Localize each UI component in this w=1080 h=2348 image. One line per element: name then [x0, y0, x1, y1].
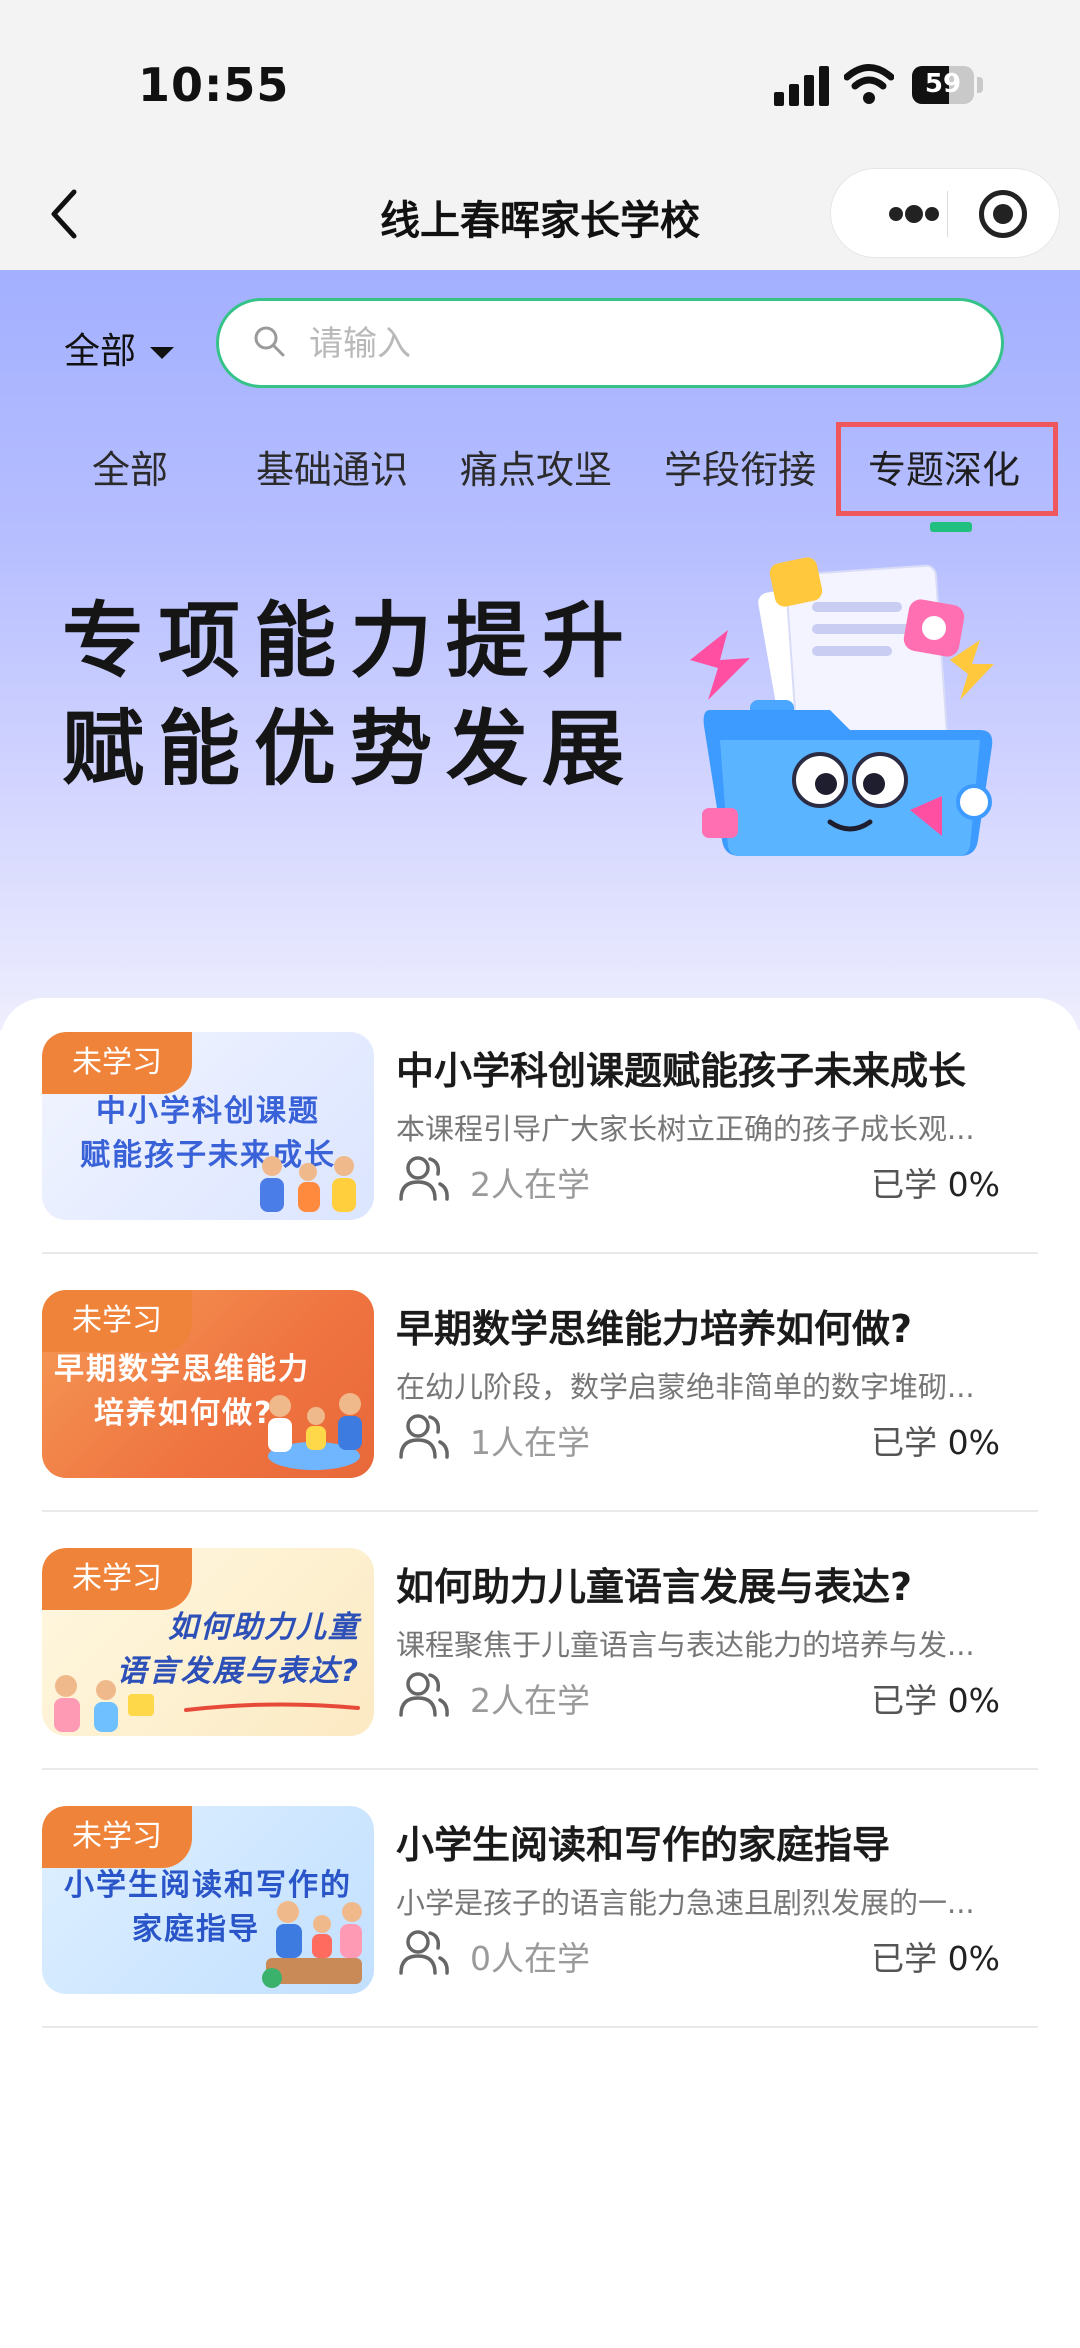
course-item[interactable]: 如何助力儿童 语言发展与表达? 未学习 如何助力儿童语言发展与表达? 课程聚焦于… [42, 1514, 1038, 1770]
family-illustration [262, 1901, 362, 1988]
banner-line-1: 专项能力提升 [62, 594, 639, 689]
learners-count: 1人在学 [470, 1423, 590, 1462]
capsule-divider [947, 191, 948, 237]
course-item[interactable]: 小学生阅读和写作的 家庭指导 未学习 小学生阅读和写作的家庭指导 小学是孩子的语… [42, 1772, 1038, 2028]
status-badge: 未学习 [42, 1806, 192, 1868]
course-item[interactable]: 中小学科创课题 赋能孩子未来成长 未学习 中小学科创课题赋能孩子未来成长 本课程… [42, 998, 1038, 1254]
course-description: 本课程引导广大家长树立正确的孩子成长观... [396, 1112, 975, 1146]
course-description: 小学是孩子的语言能力急速且剧烈发展的一... [396, 1886, 975, 1920]
active-tab-indicator [930, 522, 972, 532]
category-dropdown-label: 全部 [64, 331, 137, 372]
course-thumbnail: 早期数学思维能力 培养如何做? 未学习 [42, 1290, 374, 1478]
course-description: 在幼儿阶段，数学启蒙绝非简单的数字堆砌... [396, 1370, 975, 1404]
learners-icon [399, 1672, 449, 1717]
progress-label: 已学 [871, 1681, 938, 1720]
status-badge: 未学习 [42, 1548, 192, 1610]
active-tab-highlight-box [836, 422, 1058, 516]
progress-value: 0% [947, 1423, 1000, 1462]
course-title: 如何助力儿童语言发展与表达? [396, 1565, 913, 1609]
status-badge: 未学习 [42, 1032, 192, 1094]
learners-count: 2人在学 [470, 1165, 590, 1204]
banner-line-2: 赋能优势发展 [62, 702, 639, 797]
family-illustration [260, 1156, 356, 1212]
banner-slogan: 专项能力提升 赋能优势发展 [62, 588, 638, 804]
search-icon [254, 326, 285, 357]
course-title: 早期数学思维能力培养如何做? [396, 1307, 913, 1351]
course-list: 中小学科创课题 赋能孩子未来成长 未学习 中小学科创课题赋能孩子未来成长 本课程… [0, 998, 1080, 2348]
search-input[interactable] [307, 301, 911, 387]
tab-stage-transition[interactable]: 学段衔接 [664, 435, 816, 505]
thumbnail-line-1: 如何助力儿童 [168, 1610, 360, 1645]
progress-value: 0% [947, 1939, 1000, 1978]
course-title: 中小学科创课题赋能孩子未来成长 [396, 1049, 967, 1093]
battery-tip [977, 77, 983, 93]
course-progress: 已学 0% [871, 1932, 1000, 1980]
folder-mascot-illustration [690, 557, 994, 856]
close-miniprogram-icon[interactable] [979, 190, 1027, 238]
learners-icon [399, 1930, 449, 1975]
decorative-stroke [184, 1702, 360, 1712]
family-illustration [54, 1675, 154, 1732]
hero-section: 全部 全部 基础通识 痛点攻坚 学段衔接 专题深化 专项能力提升 赋能优势发展 [0, 270, 1080, 1030]
course-title: 小学生阅读和写作的家庭指导 [396, 1823, 891, 1867]
progress-label: 已学 [871, 1423, 938, 1462]
category-dropdown[interactable]: 全部 [64, 322, 175, 374]
course-progress: 已学 0% [871, 1158, 1000, 1206]
status-badge: 未学习 [42, 1290, 192, 1352]
battery-icon: 59 [912, 66, 974, 104]
learners-count: 0人在学 [470, 1939, 590, 1978]
learners-icon [399, 1414, 449, 1459]
progress-label: 已学 [871, 1939, 938, 1978]
course-item[interactable]: 早期数学思维能力 培养如何做? 未学习 早期数学思维能力培养如何做? 在幼儿阶段… [42, 1256, 1038, 1512]
battery-level: 59 [924, 69, 962, 99]
cellular-signal-icon [774, 66, 830, 106]
learners-icon [399, 1156, 449, 1201]
miniprogram-capsule [830, 168, 1060, 258]
search-box[interactable] [216, 298, 1004, 388]
status-bar: 10:55 59 [0, 0, 1080, 160]
family-illustration [268, 1393, 362, 1470]
course-thumbnail: 小学生阅读和写作的 家庭指导 未学习 [42, 1806, 374, 1994]
tab-pain-points[interactable]: 痛点攻坚 [460, 435, 612, 505]
more-options-icon[interactable] [863, 169, 983, 257]
tab-basic-knowledge[interactable]: 基础通识 [256, 435, 408, 505]
thumbnail-line-1: 中小学科创课题 [96, 1094, 320, 1129]
caret-down-icon [150, 347, 175, 359]
wifi-icon [844, 64, 894, 104]
learners-count: 2人在学 [470, 1681, 590, 1720]
course-thumbnail: 如何助力儿童 语言发展与表达? 未学习 [42, 1548, 374, 1736]
tab-all[interactable]: 全部 [92, 435, 168, 505]
progress-value: 0% [947, 1681, 1000, 1720]
course-thumbnail: 中小学科创课题 赋能孩子未来成长 未学习 [42, 1032, 374, 1220]
nav-bar: 线上春晖家长学校 [0, 160, 1080, 270]
course-description: 课程聚焦于儿童语言与表达能力的培养与发... [396, 1628, 975, 1662]
progress-label: 已学 [871, 1165, 938, 1204]
status-time: 10:55 [138, 58, 290, 112]
progress-value: 0% [947, 1165, 1000, 1204]
course-progress: 已学 0% [871, 1416, 1000, 1464]
course-progress: 已学 0% [871, 1674, 1000, 1722]
